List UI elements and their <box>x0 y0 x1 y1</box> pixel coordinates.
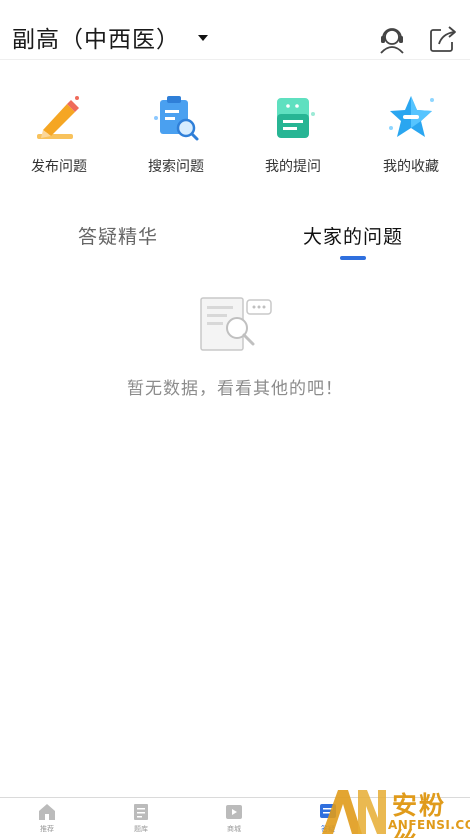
shortcut-grid: 发布问题 搜索问题 我的提问 我的收藏 <box>0 92 470 182</box>
question-bank-icon <box>134 804 148 820</box>
star-icon <box>389 96 434 137</box>
shortcut-post-question[interactable]: 发布问题 <box>9 92 109 176</box>
shortcut-my-questions[interactable]: 我的提问 <box>243 92 343 176</box>
chat-note-icon <box>277 98 315 138</box>
shortcut-search-question[interactable]: 搜索问题 <box>126 92 226 176</box>
search-clipboard-icon <box>154 96 199 141</box>
watermark-logo <box>322 790 386 834</box>
nav-label: 推荐 <box>40 825 54 833</box>
tab-bar: 答疑精华 大家的问题 <box>0 220 470 268</box>
top-bar: 副高（中西医） <box>0 0 470 60</box>
home-icon <box>39 804 55 820</box>
nav-item-recommend[interactable]: 推荐 <box>22 802 72 834</box>
subject-selector[interactable]: 副高（中西医） <box>12 20 208 54</box>
share-icon[interactable] <box>428 24 458 54</box>
play-icon <box>226 805 242 819</box>
shortcut-my-favorites[interactable]: 我的收藏 <box>361 92 461 176</box>
site-watermark: 安粉丝 ANFENSI.COM <box>318 784 470 838</box>
empty-search-icon <box>200 297 272 351</box>
empty-state: 暂无数据，看看其他的吧！ <box>0 292 470 399</box>
nav-label: 题库 <box>134 825 148 833</box>
active-tab-indicator <box>340 256 366 260</box>
tab-featured-answers[interactable]: 答疑精华 <box>28 222 208 249</box>
nav-item-question-bank[interactable]: 题库 <box>116 802 166 834</box>
page-title: 副高（中西医） <box>12 27 180 53</box>
caret-down-icon <box>198 35 208 41</box>
nav-item-store[interactable]: 商城 <box>209 802 259 834</box>
empty-message: 暂无数据，看看其他的吧！ <box>127 379 343 399</box>
shortcut-label: 发布问题 <box>31 159 87 175</box>
customer-service-icon[interactable] <box>377 24 407 54</box>
shortcut-label: 我的收藏 <box>383 159 439 175</box>
tab-everyone-questions[interactable]: 大家的问题 <box>263 222 443 249</box>
shortcut-label: 搜索问题 <box>148 159 204 175</box>
watermark-subtext: ANFENSI.COM <box>388 818 470 832</box>
pencil-icon <box>37 96 79 139</box>
nav-label: 商城 <box>227 825 241 833</box>
shortcut-label: 我的提问 <box>265 159 321 175</box>
